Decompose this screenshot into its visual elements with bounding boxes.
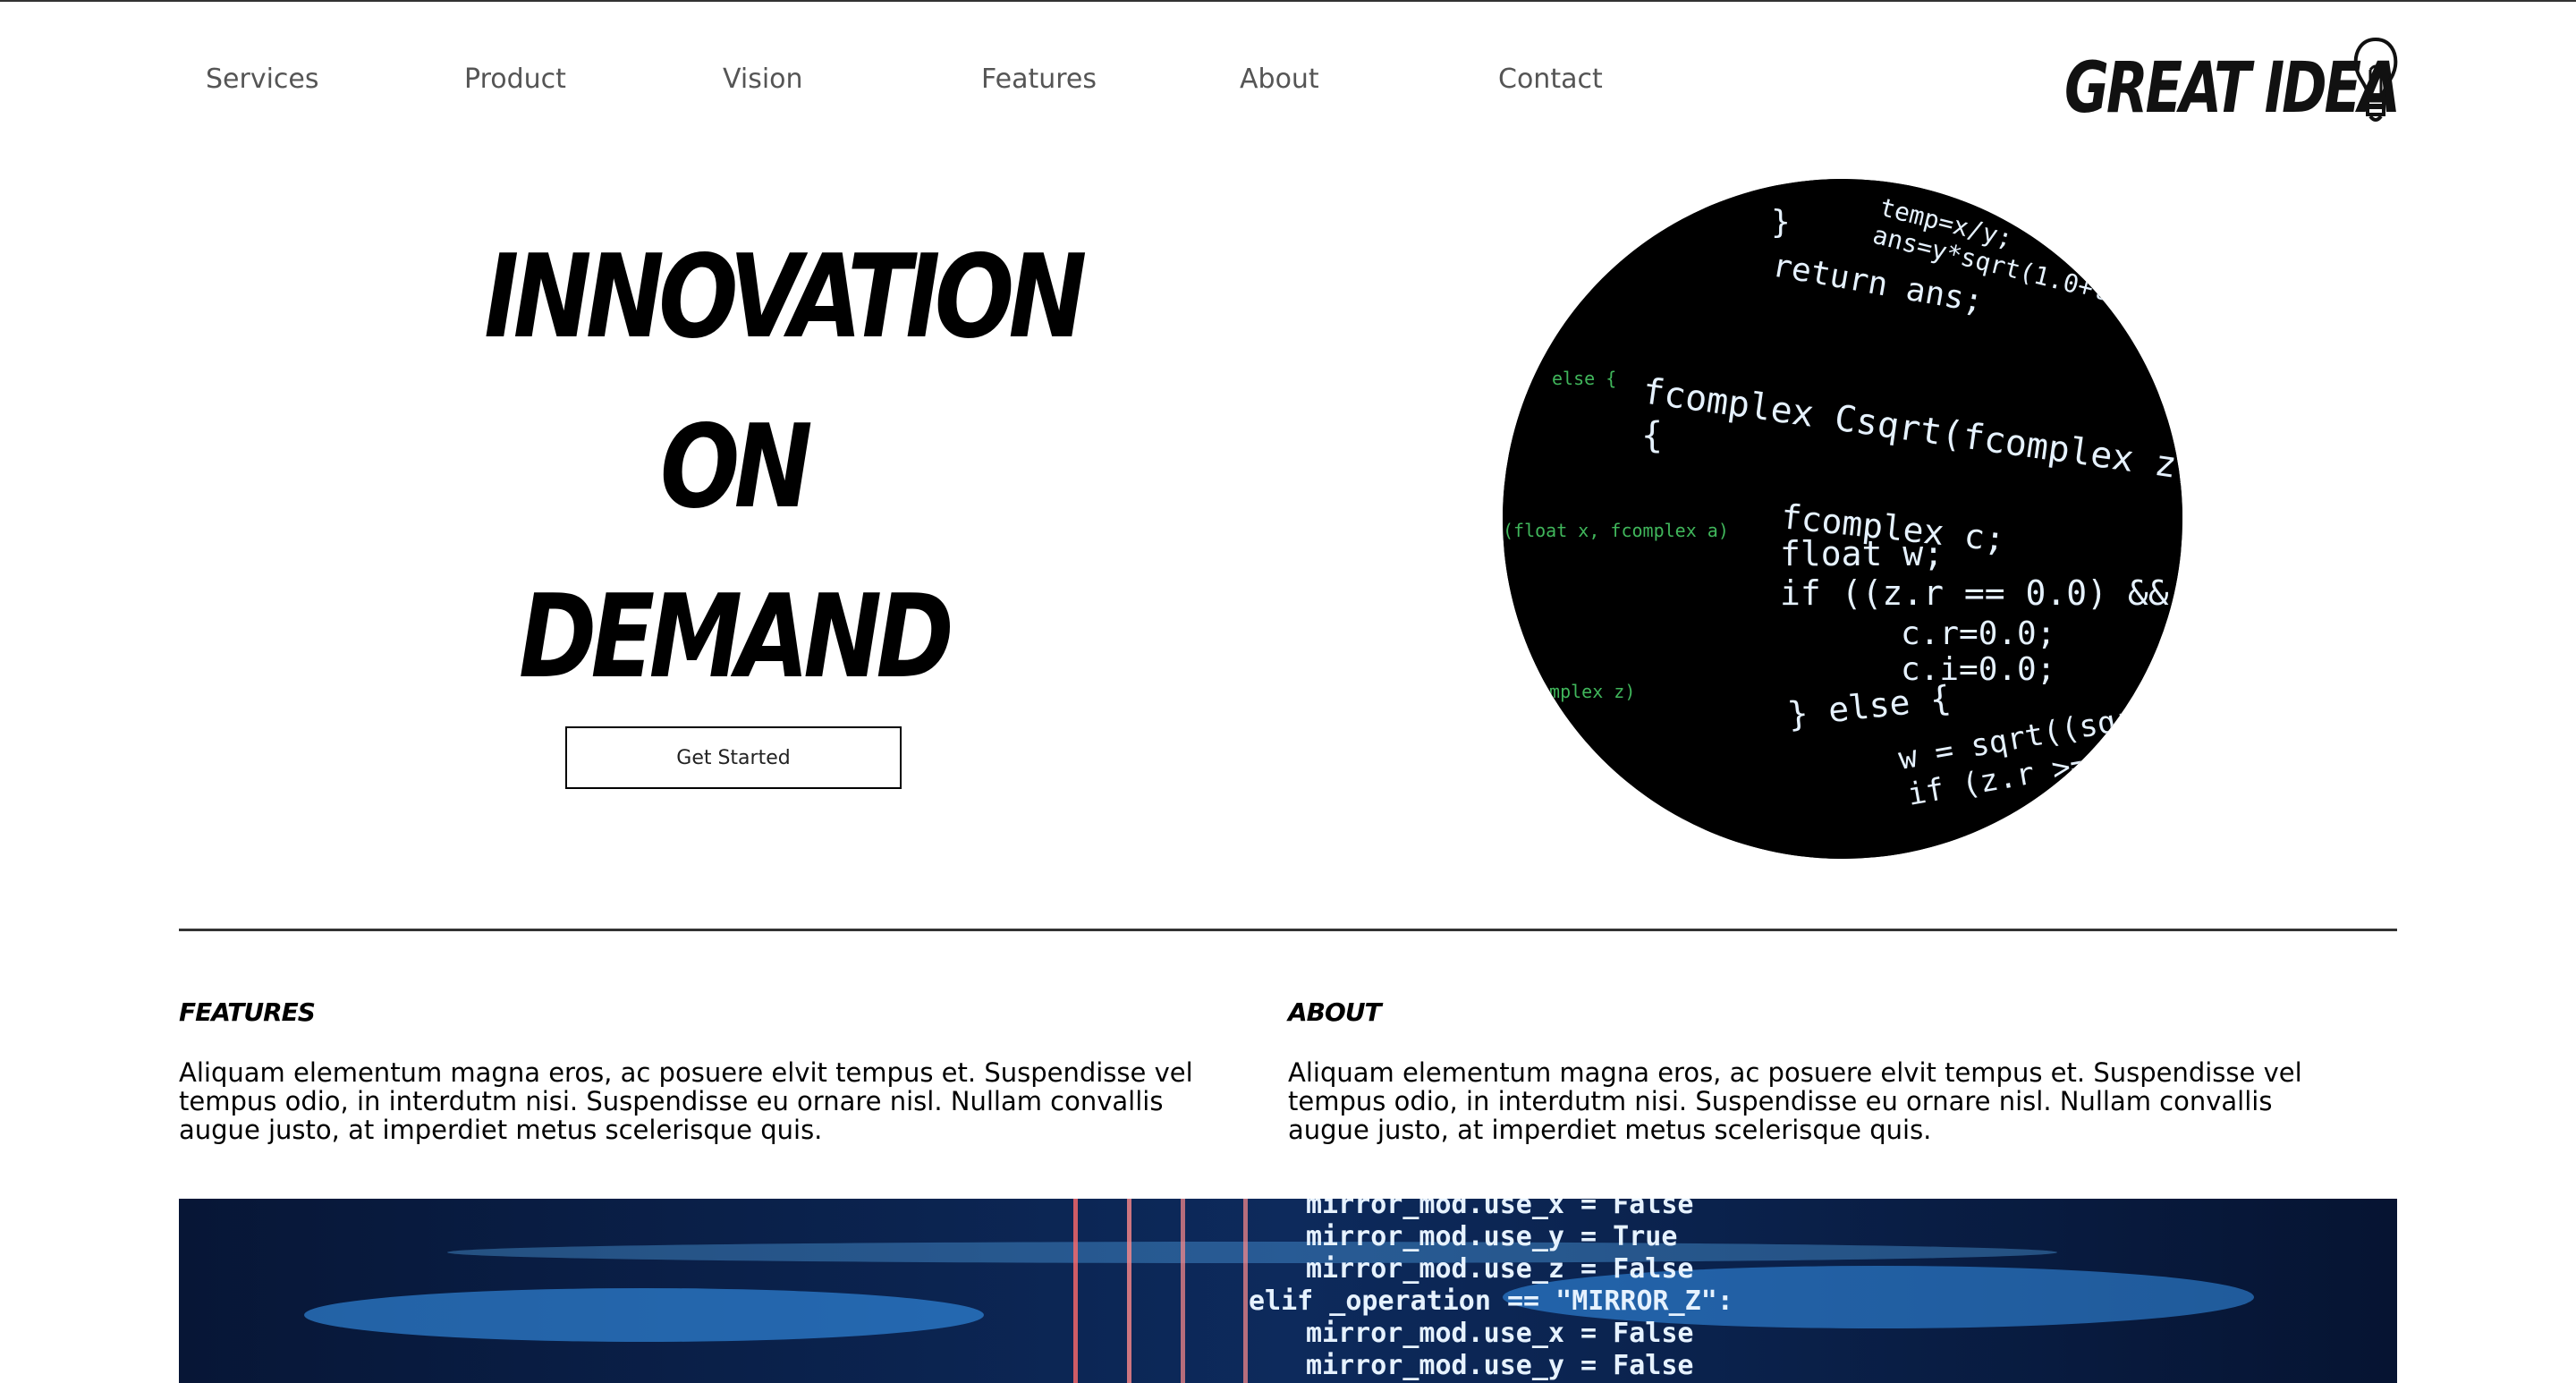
- banner-code-line: mirror_mod.use_y = True: [1306, 1221, 1677, 1252]
- code-image: else { (float x, fcomplex a) omplex z) t…: [1503, 179, 2182, 859]
- banner-code-line: mirror_mod.use_x = False: [1306, 1318, 1693, 1349]
- hero-line-on: ON: [660, 401, 813, 534]
- hero-title: INNOVATION ON DEMAND: [429, 213, 1087, 723]
- code-line: {: [1641, 415, 1663, 456]
- logo-text: GREAT IDEA: [2064, 48, 2401, 129]
- code-line: c.r=0.0;: [1901, 615, 2055, 652]
- code-banner-svg: mirror_mod.use_x = False mirror_mod.use_…: [179, 1199, 2397, 1383]
- lightbulb-icon: [2353, 37, 2398, 122]
- nav-about[interactable]: About: [1240, 57, 1319, 102]
- code-side-line: else {: [1552, 368, 1616, 389]
- features-body: Aliquam elementum magna eros, ac posuere…: [179, 1057, 1193, 1145]
- code-line: float w;: [1780, 534, 1944, 573]
- hero-line-demand: DEMAND: [518, 571, 954, 704]
- code-line: }: [1771, 204, 1791, 241]
- code-line: if ((z.r == 0.0) && (z.i == 0.0)) {: [1780, 573, 2182, 613]
- code-banner-image: mirror_mod.use_x = False mirror_mod.use_…: [179, 1199, 2397, 1383]
- banner-code-line: mirror_mod.use_y = False: [1306, 1350, 1693, 1381]
- code-image-svg: else { (float x, fcomplex a) omplex z) t…: [1503, 179, 2182, 859]
- logo[interactable]: GREAT IDEA: [2064, 32, 2401, 131]
- code-side-line: (float x, fcomplex a): [1503, 520, 1729, 541]
- about-body: Aliquam elementum magna eros, ac posuere…: [1288, 1057, 2302, 1145]
- features-heading: FEATURES: [179, 997, 316, 1027]
- code-side-line: omplex z): [1538, 681, 1635, 702]
- get-started-button[interactable]: Get Started: [565, 726, 902, 789]
- top-border: [0, 0, 2576, 2]
- banner-code-line: elif _operation == "MIRROR_Z":: [1249, 1285, 1733, 1317]
- nav-vision[interactable]: Vision: [723, 57, 803, 102]
- nav-product[interactable]: Product: [464, 57, 566, 102]
- nav-contact[interactable]: Contact: [1498, 57, 1603, 102]
- nav-services[interactable]: Services: [206, 57, 319, 102]
- section-divider: [179, 929, 2397, 931]
- nav-features[interactable]: Features: [981, 57, 1097, 102]
- about-heading: ABOUT: [1288, 997, 1382, 1027]
- about-section: ABOUT Aliquam elementum magna eros, ac p…: [1288, 997, 2361, 1144]
- hero-line-innovation: INNOVATION: [484, 231, 1087, 364]
- banner-code-line: mirror_mod.use_x = False: [1306, 1199, 1693, 1220]
- banner-code-line: mirror_mod.use_z = False: [1306, 1253, 1693, 1285]
- code-line: c.r: [2004, 815, 2052, 846]
- features-section: FEATURES Aliquam elementum magna eros, a…: [179, 997, 1252, 1144]
